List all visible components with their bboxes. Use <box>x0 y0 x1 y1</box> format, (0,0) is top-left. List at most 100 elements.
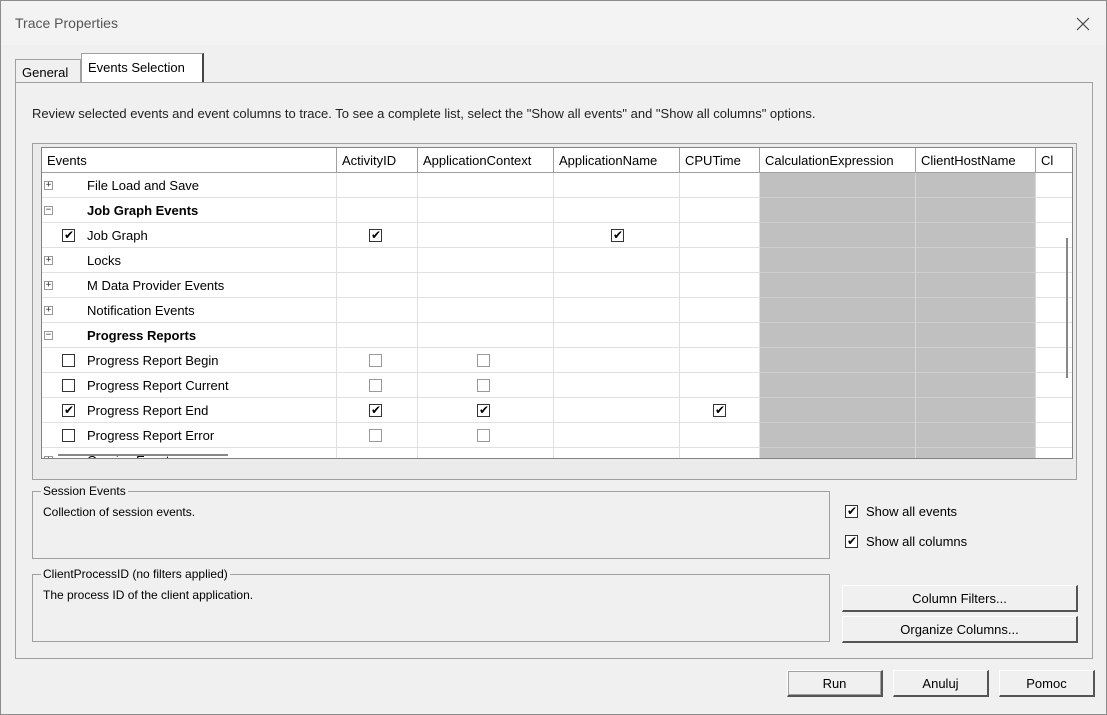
grid-cell[interactable] <box>418 423 554 448</box>
grid-cell[interactable] <box>760 348 916 373</box>
grid-cell[interactable]: ✔ <box>554 223 680 248</box>
grid-cell[interactable] <box>418 173 554 198</box>
grid-cell[interactable] <box>916 398 1036 423</box>
grid-cell[interactable] <box>680 448 760 458</box>
grid-cell[interactable]: ✔ <box>418 398 554 423</box>
grid-cell[interactable] <box>554 273 680 298</box>
grid-cell[interactable] <box>760 423 916 448</box>
grid-cell[interactable] <box>418 273 554 298</box>
grid-cell[interactable] <box>680 423 760 448</box>
grid-cell[interactable] <box>337 273 418 298</box>
column-filters-button[interactable]: Column Filters... <box>842 585 1078 612</box>
tab-general[interactable]: General <box>15 59 81 83</box>
grid-cell[interactable] <box>916 298 1036 323</box>
grid-cell[interactable] <box>418 223 554 248</box>
close-button[interactable] <box>1068 10 1098 38</box>
grid-cell[interactable] <box>760 373 916 398</box>
grid-cell[interactable] <box>916 373 1036 398</box>
event-row[interactable]: + File Load and Save <box>42 173 1072 198</box>
grid-cell[interactable] <box>337 423 418 448</box>
grid-cell[interactable] <box>760 223 916 248</box>
grid-cell[interactable] <box>418 448 554 458</box>
grid-cell[interactable] <box>760 448 916 458</box>
grid-cell[interactable] <box>760 298 916 323</box>
grid-cell[interactable] <box>680 373 760 398</box>
grid-cell[interactable] <box>418 373 554 398</box>
column-header[interactable]: ClientHostName <box>916 148 1036 173</box>
expand-icon[interactable]: + <box>44 306 53 315</box>
grid-cell[interactable] <box>418 248 554 273</box>
grid-cell[interactable]: ✔ <box>337 398 418 423</box>
grid-cell[interactable] <box>337 173 418 198</box>
collapse-icon[interactable]: − <box>44 206 53 215</box>
grid-cell[interactable] <box>1036 423 1072 448</box>
grid-cell[interactable] <box>554 248 680 273</box>
cancel-button[interactable]: Anuluj <box>893 670 989 697</box>
grid-cell[interactable] <box>418 323 554 348</box>
grid-cell[interactable] <box>916 348 1036 373</box>
grid-cell[interactable] <box>418 348 554 373</box>
show-all-events-option[interactable]: ✔ Show all events <box>845 504 957 519</box>
grid-cell[interactable] <box>680 348 760 373</box>
grid-cell[interactable] <box>680 173 760 198</box>
tab-events-selection[interactable]: Events Selection <box>81 53 204 83</box>
event-row[interactable]: + M Data Provider Events <box>42 273 1072 298</box>
run-button[interactable]: Run <box>787 670 883 697</box>
grid-cell[interactable] <box>337 298 418 323</box>
grid-cell[interactable] <box>554 298 680 323</box>
grid-cell[interactable]: ✔ <box>337 223 418 248</box>
event-checkbox[interactable] <box>62 354 75 367</box>
grid-cell[interactable] <box>337 198 418 223</box>
grid-cell[interactable] <box>680 298 760 323</box>
column-checkbox[interactable] <box>369 379 382 392</box>
grid-cell[interactable] <box>554 323 680 348</box>
column-header[interactable]: ApplicationName <box>554 148 680 173</box>
grid-cell[interactable] <box>418 298 554 323</box>
grid-cell[interactable] <box>1036 173 1072 198</box>
expand-icon[interactable]: + <box>44 281 53 290</box>
column-checkbox[interactable]: ✔ <box>477 403 490 417</box>
organize-columns-button[interactable]: Organize Columns... <box>842 616 1078 643</box>
grid-cell[interactable] <box>1036 448 1072 458</box>
column-checkbox[interactable] <box>369 429 382 442</box>
grid-cell[interactable] <box>760 398 916 423</box>
grid-cell[interactable] <box>1036 198 1072 223</box>
grid-cell[interactable] <box>916 223 1036 248</box>
event-row[interactable]: + Notification Events <box>42 298 1072 323</box>
grid-cell[interactable] <box>760 248 916 273</box>
grid-cell[interactable] <box>916 448 1036 458</box>
grid-cell[interactable] <box>554 398 680 423</box>
grid-cell[interactable] <box>680 323 760 348</box>
grid-cell[interactable] <box>760 198 916 223</box>
grid-cell[interactable] <box>916 198 1036 223</box>
column-checkbox[interactable] <box>477 379 490 392</box>
show-all-columns-option[interactable]: ✔ Show all columns <box>845 534 967 549</box>
grid-cell[interactable] <box>680 248 760 273</box>
column-checkbox[interactable]: ✔ <box>611 228 624 242</box>
collapse-icon[interactable]: − <box>44 331 53 340</box>
event-checkbox[interactable] <box>62 379 75 392</box>
grid-cell[interactable] <box>554 423 680 448</box>
grid-cell[interactable] <box>916 248 1036 273</box>
grid-cell[interactable] <box>916 423 1036 448</box>
grid-cell[interactable] <box>916 323 1036 348</box>
column-header[interactable]: CalculationExpression <box>760 148 916 173</box>
grid-cell[interactable] <box>337 373 418 398</box>
column-header[interactable]: ActivityID <box>337 148 418 173</box>
event-row[interactable]: ✔ Progress Report End ✔ ✔ ✔ <box>42 398 1072 423</box>
help-button[interactable]: Pomoc <box>999 670 1095 697</box>
vertical-scrollbar[interactable] <box>1066 238 1068 378</box>
grid-cell[interactable] <box>554 173 680 198</box>
event-row[interactable]: Progress Report Current <box>42 373 1072 398</box>
event-row[interactable]: − Progress Reports <box>42 323 1072 348</box>
column-header[interactable]: Events <box>42 148 337 173</box>
grid-cell[interactable] <box>337 448 418 458</box>
grid-cell[interactable] <box>337 348 418 373</box>
column-header[interactable]: CPUTime <box>680 148 760 173</box>
column-checkbox[interactable]: ✔ <box>369 403 382 417</box>
event-checkbox[interactable]: ✔ <box>62 228 75 242</box>
column-checkbox[interactable] <box>477 354 490 367</box>
grid-cell[interactable]: ✔ <box>680 398 760 423</box>
event-row[interactable]: Progress Report Begin <box>42 348 1072 373</box>
grid-cell[interactable] <box>337 323 418 348</box>
